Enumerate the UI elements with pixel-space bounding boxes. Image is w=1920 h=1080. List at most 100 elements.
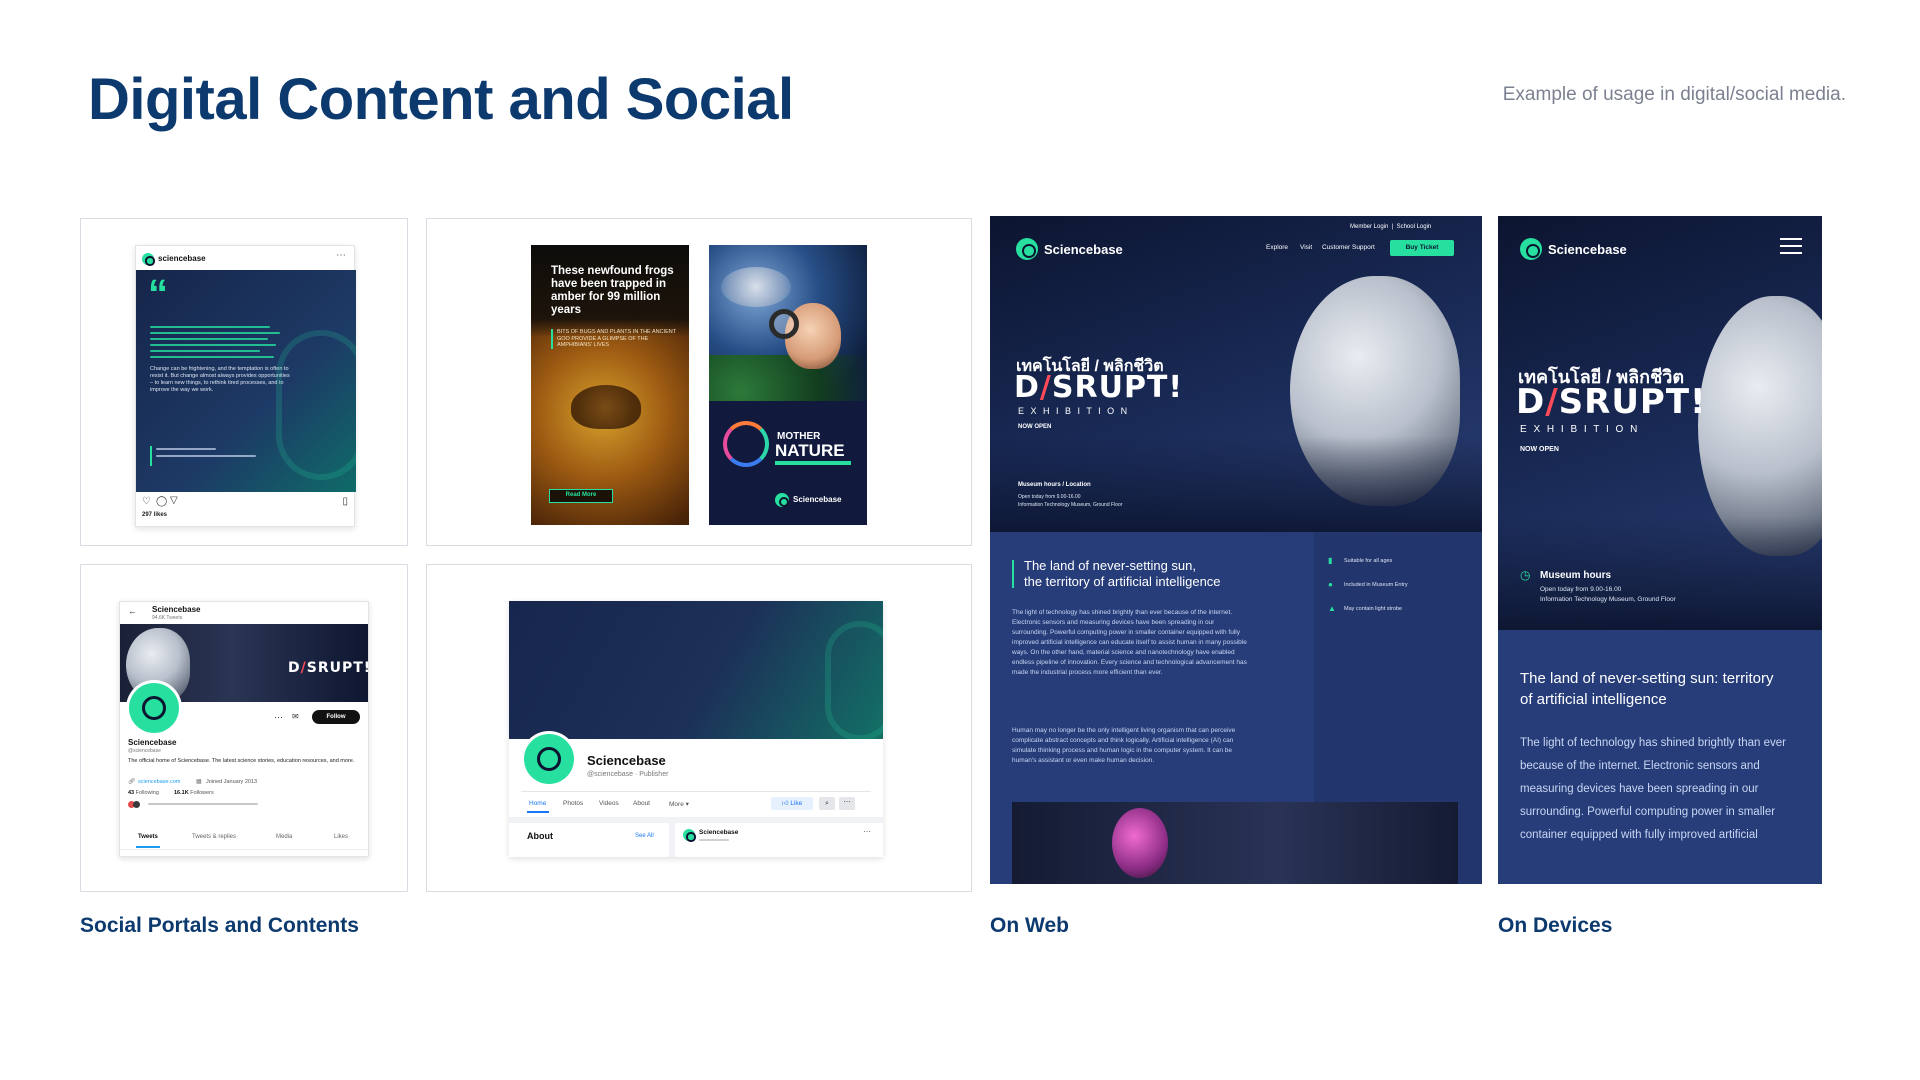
caption-social: Social Portals and Contents [80,914,359,937]
fb-tab-photos[interactable]: Photos [563,800,583,807]
decor-shape-icon [825,621,883,741]
instagram-body: Change can be frightening, and the tempt… [150,366,290,393]
sciencebase-logo-icon [142,253,155,266]
fb-like-button[interactable]: 👍︎ Like [771,797,813,810]
fb-tab-more[interactable]: More ▾ [669,800,689,808]
device-panel: Sciencebase เทคโนโลยี / พลิกชีวิต D/SRUP… [1498,216,1822,884]
tab-tweets[interactable]: Tweets [138,834,158,840]
twitter-bio: The official home of Sciencebase. The la… [128,758,355,764]
message-icon[interactable]: ✉ [292,712,299,721]
web-now-open: NOW OPEN [1018,424,1052,430]
page-title: Digital Content and Social [88,67,794,132]
fb-tab-home[interactable]: Home [529,800,546,807]
amber-headline: These newfound frogs have been trapped i… [551,265,674,316]
facebook-cover [509,601,883,741]
fb-about-card: About See All [509,823,669,857]
tab-media[interactable]: Media [276,834,292,840]
fb-about-title: About [527,831,553,841]
disrupt-slash: / [1545,382,1559,422]
fb-post-card: Sciencebase ⋯ [675,823,883,857]
hamburger-menu-icon[interactable] [1780,238,1802,254]
following-label: Following [135,790,159,796]
age-icon: ▮ [1328,556,1333,565]
device-exhibition: E X H I B I T I O N [1520,424,1640,435]
calendar-icon: ▦ [196,779,202,785]
device-paragraph: The light of technology has shined brigh… [1520,737,1786,841]
disrupt-slash: / [300,660,307,676]
caption-web: On Web [990,914,1069,937]
device-museum-line1: Open today from 9.00-16.00 [1540,586,1622,593]
share-icon[interactable]: ▽ [170,495,178,506]
sciencebase-logo-icon [142,696,166,720]
facebook-avatar [521,731,577,787]
nature-title-2: NATURE [775,441,845,460]
link-icon: 🔗︎ [128,779,136,785]
web-nav-explore[interactable]: Explore [1266,244,1288,251]
comment-icon[interactable]: ◯ [156,496,167,507]
device-disrupt-title: D/SRUPT! [1516,382,1707,422]
instagram-header: sciencebase ⋯ [142,250,350,266]
follow-button[interactable]: Follow [312,710,360,724]
more-icon[interactable]: ⋯ [336,250,346,261]
disrupt-slash: / [1039,370,1052,405]
device-now-open: NOW OPEN [1520,446,1559,453]
twitter-avatar [126,680,182,736]
web-logo-text: Sciencebase [1044,242,1123,257]
tab-likes[interactable]: Likes [334,834,348,840]
more-options-icon[interactable]: ⋯ [274,712,283,723]
page: Digital Content and Social Example of us… [0,0,1920,1080]
back-arrow-icon[interactable]: ← [128,606,137,616]
web-tagline-1: The land of never-setting sun, [1024,558,1196,573]
web-bottom-image [1012,802,1458,884]
web-top-links[interactable]: Member Login | School Login [1350,224,1431,230]
facebook-handle: @sciencebase · Publisher [587,771,669,778]
facebook-panel: Sciencebase @sciencebase · Publisher Hom… [426,564,972,892]
web-tagline-2: the territory of artificial intelligence [1024,574,1221,589]
web-feature-2: Included in Museum Entry [1344,582,1408,588]
page-subtitle: Example of usage in digital/social media… [1502,84,1846,105]
twitter-followers: 16.1K Followers [174,790,214,796]
read-more-button[interactable]: Read More [549,489,613,503]
followers-label: Followers [190,790,214,796]
twitter-joined: Joined January 2013 [206,779,258,785]
twitter-panel: ← Sciencebase 94.6K Tweets D/SRUPT! ⋯ ✉ … [80,564,408,892]
thumbs-up-icon: 👍︎ [781,800,789,807]
more-icon[interactable]: ⋯ [839,797,855,810]
instagram-account: sciencebase [158,254,206,263]
warning-icon: ▲ [1328,604,1336,613]
amber-subheading: BITS OF BUGS AND PLANTS IN THE ANCIENT G… [557,329,676,348]
fb-like-label: Like [790,800,803,807]
spiral-icon [723,421,769,467]
instagram-image: “ Change can be frightening, and the tem… [136,270,356,492]
web-museum-line1: Open today from 9.00-16.00 [1018,494,1081,500]
nature-photo [709,245,867,401]
fb-post-name: Sciencebase [699,829,739,836]
twitter-handle: @sciencebase [128,748,161,754]
fb-tab-about[interactable]: About [633,800,650,807]
web-nav-visit[interactable]: Visit [1300,244,1312,251]
web-museum-line2: Information Technology Museum, Ground Fl… [1018,502,1123,508]
twitter-card: ← Sciencebase 94.6K Tweets D/SRUPT! ⋯ ✉ … [119,601,369,857]
sciencebase-logo-icon [537,747,561,771]
twitter-banner-title: D/SRUPT! [288,660,369,676]
like-icon[interactable]: ♡ [142,496,151,507]
web-exhibition: E X H I B I T I O N [1018,406,1130,416]
search-icon[interactable]: ⌕ [819,797,835,810]
buy-ticket-button[interactable]: Buy Ticket [1390,240,1454,256]
fb-see-all-link[interactable]: See All [635,833,654,839]
more-icon[interactable]: ⋯ [863,827,871,836]
web-hero: Sciencebase Member Login | School Login … [990,216,1482,532]
instagram-panel: sciencebase ⋯ “ Change can be frightenin… [80,218,408,546]
bookmark-icon[interactable]: ▯ [342,496,348,507]
ticket-icon: ● [1328,580,1333,589]
sciencebase-logo-icon [1016,238,1038,260]
twitter-link[interactable]: sciencebase.com [138,779,181,785]
web-nav-support[interactable]: Customer Support [1322,244,1375,251]
nature-post: MOTHER NATURE Sciencebase [709,245,867,525]
web-museum-label: Museum hours / Location [1018,482,1091,488]
twitter-following: 43 Following [128,790,159,796]
tab-tweets-replies[interactable]: Tweets & replies [192,834,236,840]
device-logo-text: Sciencebase [1548,242,1627,257]
fb-tab-videos[interactable]: Videos [599,800,619,807]
following-count: 43 [128,790,135,796]
